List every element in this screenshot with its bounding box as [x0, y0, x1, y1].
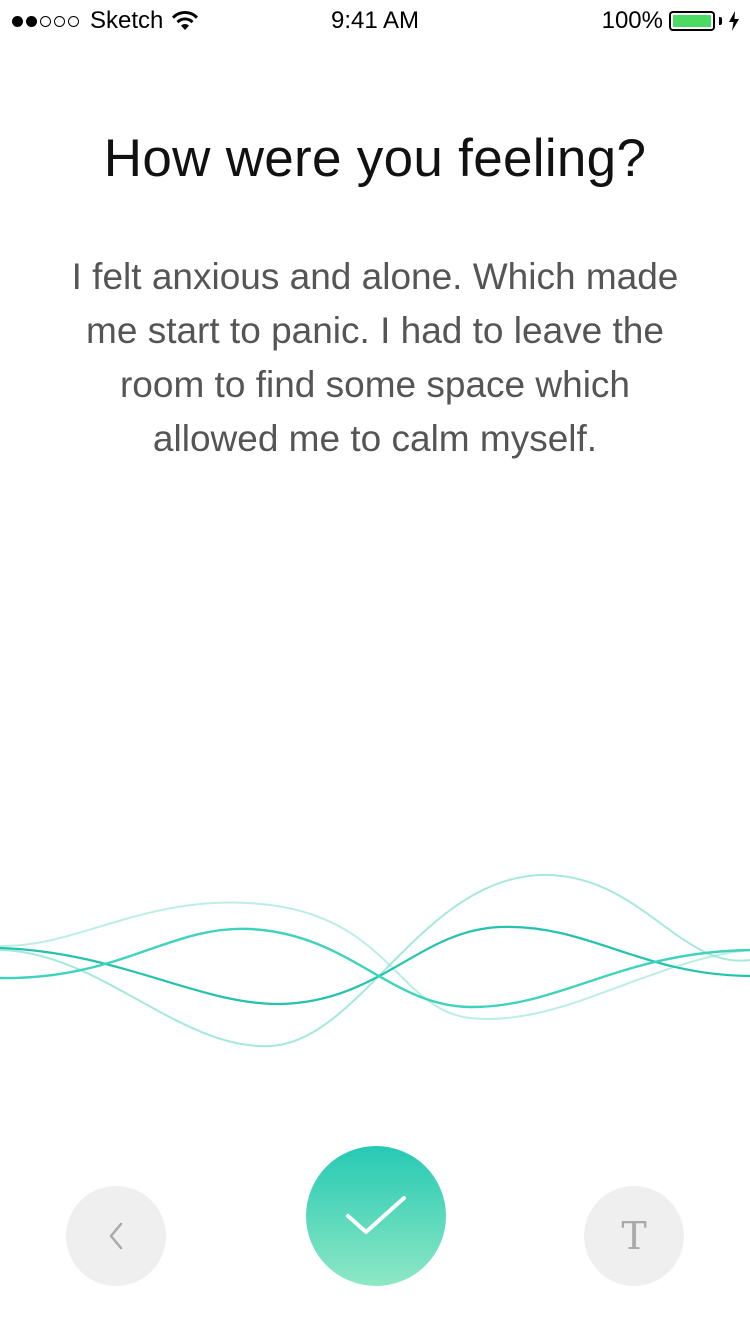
- status-right: 100%: [602, 7, 740, 35]
- battery-icon: [669, 11, 715, 31]
- checkmark-icon: [346, 1196, 406, 1234]
- back-button[interactable]: [66, 1186, 166, 1286]
- text-mode-label: T: [621, 1214, 647, 1258]
- chevron-left-icon: [109, 1222, 123, 1250]
- status-bar: Sketch 9:41 AM 100%: [0, 0, 750, 40]
- battery-cap: [719, 17, 722, 25]
- journal-entry-text: I felt anxious and alone. Which made me …: [71, 256, 679, 459]
- battery-percentage: 100%: [601, 7, 663, 34]
- page-title: How were you feeling?: [103, 129, 647, 188]
- text-mode-button[interactable]: T: [584, 1186, 684, 1286]
- charging-bolt-icon: [729, 11, 739, 31]
- voice-waveform: [0, 873, 750, 1048]
- confirm-button[interactable]: [306, 1146, 446, 1286]
- wave-line-main: [0, 927, 750, 1009]
